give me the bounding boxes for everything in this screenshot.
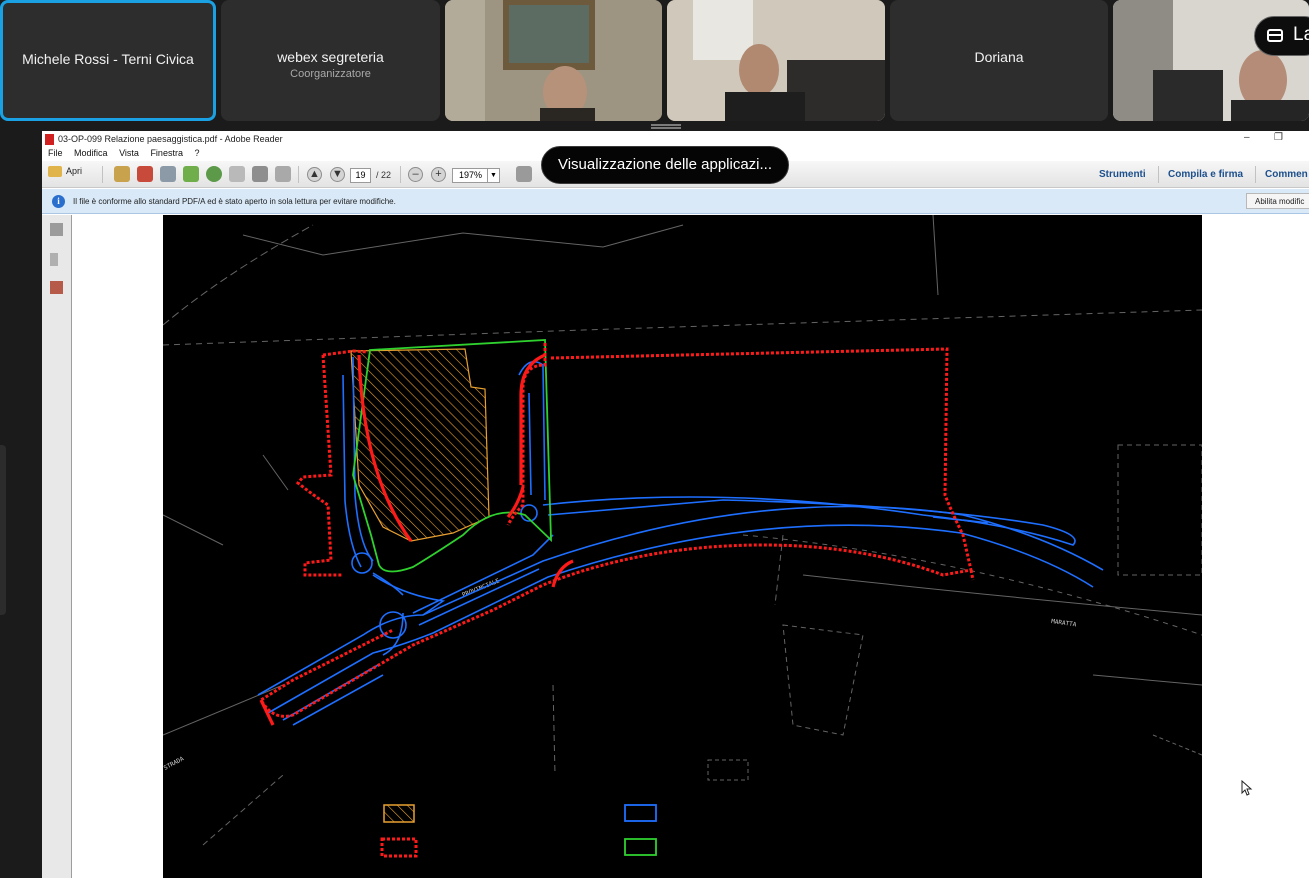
pdfa-info-bar: i Il file è conforme allo standard PDF/A… — [42, 189, 1309, 214]
menu-vista[interactable]: Vista — [119, 148, 139, 158]
total-pages: / 22 — [376, 170, 392, 180]
open-button[interactable]: Apri — [48, 166, 83, 178]
toolbar-separator — [400, 166, 401, 183]
document-area[interactable]: PROVINCIALE MARATTA STRADA — [73, 214, 1309, 878]
menu-finestra[interactable]: Finestra — [150, 148, 183, 158]
toolbar-separator — [1158, 166, 1159, 183]
email-icon[interactable] — [275, 166, 291, 182]
shared-application-window: 03-OP-099 Relazione paesaggistica.pdf - … — [42, 131, 1309, 878]
share-tooltip: Visualizzazione delle applicazi... — [541, 146, 789, 184]
participant-name: Michele Rossi - Terni Civica — [22, 51, 194, 67]
fit-page-icon[interactable] — [516, 166, 532, 182]
layout-button[interactable]: La — [1254, 16, 1309, 56]
combine-icon[interactable] — [114, 166, 130, 182]
layout-button-label: La — [1293, 24, 1309, 45]
info-icon: i — [52, 195, 65, 208]
minimize-button[interactable]: – — [1244, 132, 1250, 143]
info-message: Il file è conforme allo standard PDF/A e… — [73, 197, 396, 206]
create-pdf-icon[interactable] — [137, 166, 153, 182]
previous-page-icon[interactable]: ▲ — [307, 167, 322, 182]
toolbar-separator — [1255, 166, 1256, 183]
legend-green-swatch — [624, 838, 657, 856]
toolbar-separator — [102, 166, 103, 183]
participant-video-2[interactable] — [667, 0, 885, 121]
navigation-pane — [42, 215, 72, 878]
signature-icon[interactable] — [50, 281, 63, 294]
toolbar-separator — [298, 166, 299, 183]
edit-icon[interactable] — [160, 166, 176, 182]
legend-blue-swatch — [624, 804, 657, 822]
menu-file[interactable]: File — [48, 148, 63, 158]
mouse-cursor-icon — [1241, 780, 1253, 796]
tools-pane-button[interactable]: Strumenti — [1099, 169, 1146, 180]
upload-cloud-icon[interactable] — [206, 166, 222, 182]
strip-resize-handle[interactable] — [651, 124, 681, 129]
video-frame — [445, 0, 662, 121]
participant-tile-doriana[interactable]: Doriana — [890, 0, 1108, 121]
road-label-maratta: MARATTA — [1051, 618, 1077, 629]
participant-name: Doriana — [974, 49, 1024, 65]
site-plan-page: PROVINCIALE MARATTA STRADA — [163, 214, 1203, 878]
comment-pane-button[interactable]: Commen — [1265, 169, 1308, 180]
zoom-out-icon[interactable]: – — [408, 167, 423, 182]
page-number-input[interactable]: 19 — [350, 168, 371, 183]
pdf-icon — [45, 134, 54, 145]
enable-editing-button[interactable]: Abilita modific — [1246, 193, 1309, 209]
save-icon[interactable] — [229, 166, 245, 182]
pages-icon[interactable] — [50, 223, 63, 236]
zoom-value: 197% — [459, 170, 483, 180]
fill-sign-pane-button[interactable]: Compila e firma — [1168, 169, 1243, 180]
share-icon[interactable] — [183, 166, 199, 182]
legend-hatched-swatch — [383, 804, 415, 823]
open-label: Apri — [66, 166, 83, 176]
print-icon[interactable] — [252, 166, 268, 182]
screen: Michele Rossi - Terni Civica webex segre… — [0, 0, 1309, 878]
next-page-icon[interactable]: ▼ — [330, 167, 345, 182]
participant-name: webex segreteria — [277, 49, 384, 65]
hatched-area — [350, 348, 490, 542]
chevron-down-icon: ▼ — [487, 169, 499, 182]
participant-tile-webex[interactable]: webex segreteria Coorganizzatore — [221, 0, 440, 121]
video-frame — [667, 0, 885, 121]
legend — [380, 804, 657, 858]
layout-icon — [1267, 29, 1283, 42]
road-label-strada: STRADA — [163, 755, 185, 772]
window-title: 03-OP-099 Relazione paesaggistica.pdf - … — [58, 134, 283, 144]
participant-tile-michele[interactable]: Michele Rossi - Terni Civica — [0, 0, 216, 121]
menu-modifica[interactable]: Modifica — [74, 148, 108, 158]
zoom-in-icon[interactable]: + — [431, 167, 446, 182]
folder-icon — [48, 166, 62, 178]
restore-button[interactable]: ❐ — [1274, 132, 1283, 143]
participant-video-1[interactable] — [445, 0, 662, 121]
attachment-icon[interactable] — [50, 253, 58, 266]
menu-help[interactable]: ? — [194, 148, 199, 158]
legend-red-swatch — [380, 837, 418, 858]
zoom-select[interactable]: 197% ▼ — [452, 168, 500, 183]
participant-role: Coorganizzatore — [290, 68, 371, 80]
site-plan-drawing: PROVINCIALE MARATTA STRADA — [163, 214, 1203, 858]
participants-strip: Michele Rossi - Terni Civica webex segre… — [0, 0, 1309, 129]
side-dock-handle[interactable] — [0, 445, 6, 615]
